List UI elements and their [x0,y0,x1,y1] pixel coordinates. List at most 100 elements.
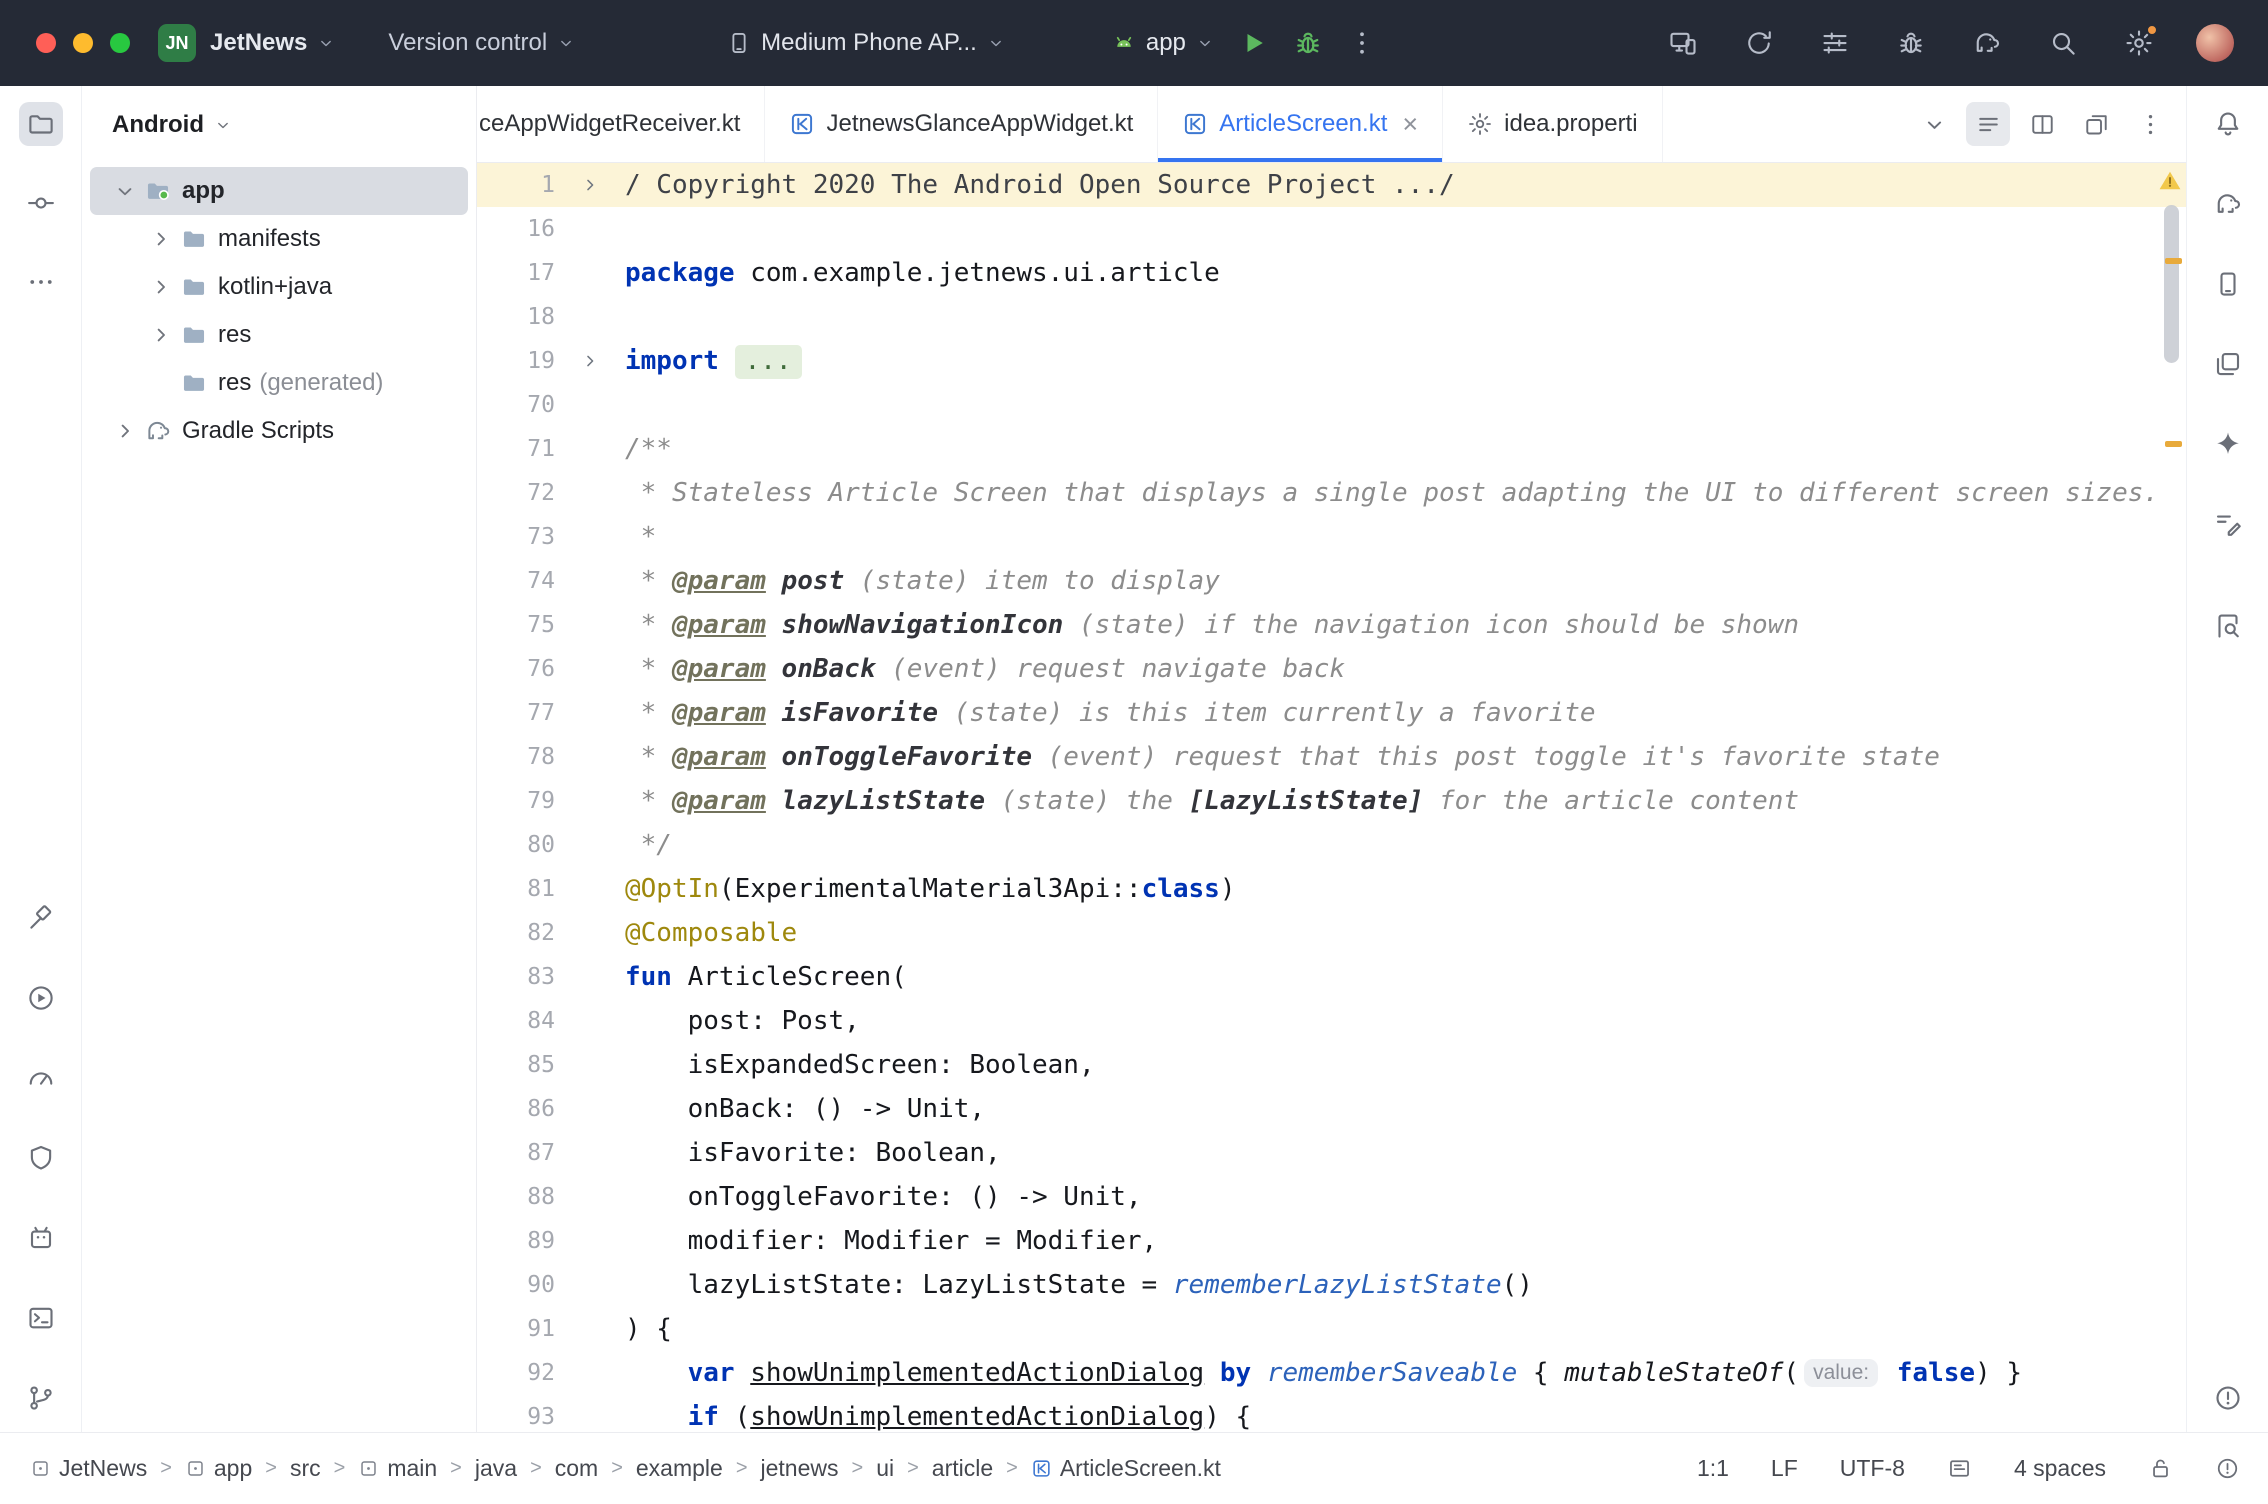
line-number[interactable]: 75 [477,612,555,638]
warning-stripe-mark[interactable] [2165,258,2182,264]
code-line[interactable]: 83fun ArticleScreen( [477,955,2186,999]
detach-editor-button[interactable] [2074,102,2118,146]
code-line[interactable]: 82@Composable [477,911,2186,955]
line-number[interactable]: 80 [477,832,555,858]
tree-item-app[interactable]: app [90,167,468,215]
code-line[interactable]: 79 * @param lazyListState (state) the [L… [477,779,2186,823]
tab-ceappwidgetreceiver-kt[interactable]: ceAppWidgetReceiver.kt [477,86,765,162]
line-number[interactable]: 93 [477,1404,555,1430]
code-editor[interactable]: 1/ Copyright 2020 The Android Open Sourc… [477,163,2186,1432]
warning-stripe-mark[interactable] [2165,441,2182,447]
line-number[interactable]: 71 [477,436,555,462]
commit-button[interactable] [19,181,63,225]
line-number[interactable]: 79 [477,788,555,814]
code-line[interactable]: 84 post: Post, [477,999,2186,1043]
display-options-button[interactable] [1812,20,1858,66]
breadcrumb-jetnews[interactable]: JetNews [30,1455,147,1482]
chevron-right-icon[interactable] [112,418,138,444]
code-line[interactable]: 75 * @param showNavigationIcon (state) i… [477,603,2186,647]
vcs-menu[interactable]: Version control [388,29,576,57]
code-line[interactable]: 81@OptIn(ExperimentalMaterial3Api::class… [477,867,2186,911]
line-separator-widget[interactable]: LF [1771,1455,1798,1482]
code-line[interactable]: 18 [477,295,2186,339]
line-number[interactable]: 84 [477,1008,555,1034]
project-button[interactable] [19,102,63,146]
fold-chevron-icon[interactable] [555,350,625,372]
tab-jetnewsglanceappwidget-kt[interactable]: JetnewsGlanceAppWidget.kt [765,86,1158,162]
gemini-button[interactable] [2206,422,2250,466]
chevron-down-icon[interactable] [112,178,138,204]
indentation-widget[interactable]: 4 spaces [2014,1455,2106,1482]
live-edit-button[interactable] [2206,502,2250,546]
line-number[interactable]: 90 [477,1272,555,1298]
app-quality-insights-button[interactable] [19,1136,63,1180]
line-number[interactable]: 19 [477,348,555,374]
build-button[interactable] [19,896,63,940]
gradle-sync-button[interactable] [1964,20,2010,66]
code-line[interactable]: 89 modifier: Modifier = Modifier, [477,1219,2186,1263]
project-selector[interactable]: JetNews [210,29,336,57]
line-number[interactable]: 86 [477,1096,555,1122]
breadcrumb-ui[interactable]: ui [876,1455,894,1482]
running-devices-button[interactable] [19,1216,63,1260]
gradle-button[interactable] [2206,182,2250,226]
tree-item-gradle-scripts[interactable]: Gradle Scripts [90,407,468,455]
line-number[interactable]: 87 [477,1140,555,1166]
code-line[interactable]: 92 var showUnimplementedActionDialog by … [477,1351,2186,1395]
line-number[interactable]: 72 [477,480,555,506]
code-line[interactable]: 76 * @param onBack (event) request navig… [477,647,2186,691]
code-line[interactable]: 93 if (showUnimplementedActionDialog) { [477,1395,2186,1432]
code-line[interactable]: 90 lazyListState: LazyListState = rememb… [477,1263,2186,1307]
hidden-tabs-button[interactable] [1912,102,1956,146]
code-line[interactable]: 73 * [477,515,2186,559]
line-number[interactable]: 17 [477,260,555,286]
editor-options-button[interactable] [2128,102,2172,146]
more-tool-windows-button[interactable] [19,260,63,304]
breadcrumb-articlescreen-kt[interactable]: ArticleScreen.kt [1031,1455,1221,1482]
code-line[interactable]: 19import ... [477,339,2186,383]
file-lock-widget[interactable] [2148,1456,2173,1481]
line-number[interactable]: 83 [477,964,555,990]
run-config-selector[interactable]: app [1111,29,1215,57]
problems-button[interactable] [2206,1376,2250,1420]
code-line[interactable]: 72 * Stateless Article Screen that displ… [477,471,2186,515]
minimize-window-button[interactable] [73,33,93,53]
line-number[interactable]: 89 [477,1228,555,1254]
chevron-right-icon[interactable] [148,322,174,348]
tree-item-manifests[interactable]: manifests [90,215,468,263]
line-number[interactable]: 76 [477,656,555,682]
line-number[interactable]: 85 [477,1052,555,1078]
device-manager-button[interactable] [2206,262,2250,306]
code-line[interactable]: 80 */ [477,823,2186,867]
run-button[interactable] [1231,20,1277,66]
code-line[interactable]: 86 onBack: () -> Unit, [477,1087,2186,1131]
folded-region[interactable]: ... [735,345,802,379]
more-run-actions-button[interactable] [1339,20,1385,66]
breadcrumb-article[interactable]: article [932,1455,993,1482]
code-line[interactable]: 87 isFavorite: Boolean, [477,1131,2186,1175]
tree-item-kotlin-java[interactable]: kotlin+java [90,263,468,311]
file-encoding-widget[interactable]: UTF-8 [1840,1455,1905,1482]
close-tab-icon[interactable]: × [1402,111,1418,138]
zoom-window-button[interactable] [110,33,130,53]
chevron-right-icon[interactable] [148,226,174,252]
tree-item-res[interactable]: res(generated) [90,359,468,407]
code-line[interactable]: 17package com.example.jetnews.ui.article [477,251,2186,295]
device-selector[interactable]: Medium Phone AP... [726,29,1006,57]
line-number[interactable]: 82 [477,920,555,946]
scrollbar-thumb[interactable] [2164,205,2179,363]
terminal-button[interactable] [19,1296,63,1340]
code-line[interactable]: 85 isExpandedScreen: Boolean, [477,1043,2186,1087]
profile-app-button[interactable] [1736,20,1782,66]
inspection-warning-icon[interactable] [2157,168,2183,193]
search-everywhere-button[interactable] [2040,20,2086,66]
breadcrumb-app[interactable]: app [185,1455,252,1482]
line-number[interactable]: 18 [477,304,555,330]
code-line[interactable]: 71/** [477,427,2186,471]
run-tool-button[interactable] [19,976,63,1020]
line-number[interactable]: 81 [477,876,555,902]
breadcrumb-src[interactable]: src [290,1455,321,1482]
breadcrumb-com[interactable]: com [555,1455,598,1482]
settings-button[interactable] [2116,20,2162,66]
notifications-button[interactable] [2206,102,2250,146]
